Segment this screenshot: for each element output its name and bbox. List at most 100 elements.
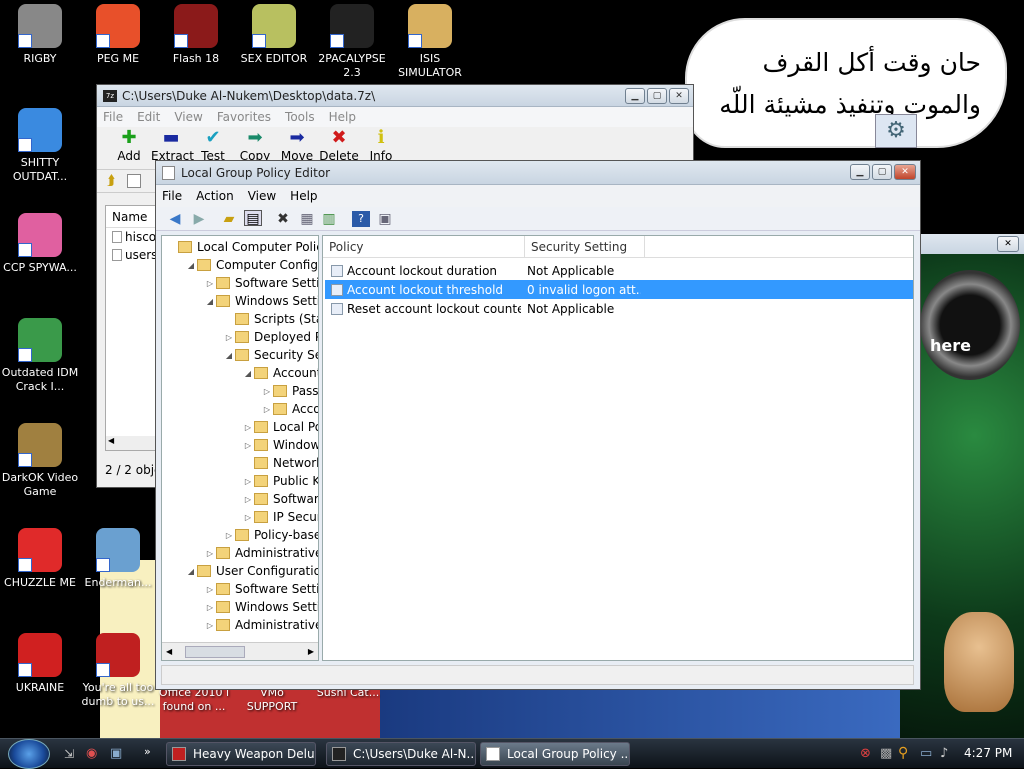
expand-arrow-icon[interactable]: ▷ (204, 621, 216, 630)
gpedit-titlebar[interactable]: Local Group Policy Editor ▁ ▢ ✕ (156, 161, 920, 185)
menu-view[interactable]: View (248, 189, 276, 203)
up-folder-icon[interactable]: ▰ (220, 211, 238, 227)
desktop-icon-enderman[interactable]: Enderman... (78, 528, 158, 590)
show-hide-tree-icon[interactable]: ▤ (244, 210, 262, 227)
expand-arrow-icon[interactable]: ▷ (204, 549, 216, 558)
menu-help[interactable]: Help (290, 189, 317, 203)
desktop-icon-darkok-video-game[interactable]: DarkOK Video Game (0, 423, 80, 499)
expand-arrow-icon[interactable]: ▷ (204, 279, 216, 288)
browser-icon[interactable]: ◉ (86, 746, 97, 761)
tree-node[interactable]: ▷ Local Poli (162, 418, 318, 436)
toolbar-extract-button[interactable]: ▬ Extract (151, 127, 194, 163)
up-folder-icon[interactable]: ⮭ (107, 173, 115, 189)
expand-arrow-icon[interactable]: ▷ (242, 495, 254, 504)
tree-node[interactable]: ▷ Passw (162, 382, 318, 400)
tree-node[interactable]: Local Computer Policy (162, 238, 318, 256)
desktop-icon-isis-simulator[interactable]: ISIS SIMULATOR (390, 4, 470, 80)
desktop-icon-rigby[interactable]: RIGBY (0, 4, 80, 66)
column-header-security-setting[interactable]: Security Setting (525, 236, 645, 257)
toolbar-test-button[interactable]: ✔ Test (193, 127, 233, 163)
desktop-icon-flash-18[interactable]: Flash 18 (156, 4, 236, 66)
tree-node[interactable]: ▷ Software Settings (162, 274, 318, 292)
computer-icon[interactable]: ▣ (110, 746, 122, 761)
tree-node[interactable]: ◢ Account P (162, 364, 318, 382)
tree-node[interactable]: ◢ User Configuration (162, 562, 318, 580)
menu-tools[interactable]: Tools (285, 110, 315, 124)
forward-arrow-icon[interactable]: ▶ (190, 211, 208, 227)
expand-arrow-icon[interactable]: ◢ (185, 261, 197, 270)
tree-node[interactable]: ▷ IP Security (162, 508, 318, 526)
policy-row[interactable]: Account lockout duration Not Applicable (325, 261, 913, 280)
tray-shield-icon[interactable]: ⊗ (860, 746, 871, 761)
expand-arrow-icon[interactable]: ▷ (204, 585, 216, 594)
column-header-name[interactable]: Name (106, 206, 160, 228)
task-7zip[interactable]: C:\Users\Duke Al-N... (326, 742, 476, 766)
back-arrow-icon[interactable]: ◀ (166, 211, 184, 227)
expand-arrow-icon[interactable]: ▷ (261, 387, 273, 396)
tree-node[interactable]: ▷ Accou (162, 400, 318, 418)
minimize-button[interactable]: ▁ (625, 88, 645, 104)
tree-node[interactable]: ◢ Windows Setting (162, 292, 318, 310)
tree-hscroll[interactable]: ◀ ▶ (162, 642, 318, 660)
maximize-button[interactable]: ▢ (647, 88, 667, 104)
desktop-icon-dev-cpp[interactable]: You're all too dumb to us... (78, 633, 158, 709)
expand-arrow-icon[interactable]: ◢ (242, 369, 254, 378)
zip-titlebar[interactable]: 7z C:\Users\Duke Al-Nukem\Desktop\data.7… (97, 85, 693, 107)
minimize-button[interactable]: ▁ (850, 164, 870, 180)
tree-node[interactable]: ▷ Administrative Te (162, 616, 318, 634)
start-button[interactable] (8, 739, 50, 769)
tree-node[interactable]: ▷ Windows (162, 436, 318, 454)
menu-view[interactable]: View (174, 110, 202, 124)
menu-favorites[interactable]: Favorites (217, 110, 271, 124)
desktop-icon-2pacalypse[interactable]: 2PACALYPSE 2.3 (312, 4, 392, 80)
file-row[interactable]: hisco (106, 228, 160, 246)
tray-network-icon[interactable]: ▩ (880, 746, 892, 761)
expand-arrow-icon[interactable]: ◢ (185, 567, 197, 576)
console-icon[interactable]: ▣ (376, 211, 394, 227)
tree-node[interactable]: ▷ Windows Setting (162, 598, 318, 616)
tree-node[interactable]: ▷ Administrative Te (162, 544, 318, 562)
task-gpedit[interactable]: Local Group Policy ... (480, 742, 630, 766)
close-button[interactable]: ✕ (894, 164, 916, 180)
expand-arrow-icon[interactable]: ▷ (223, 333, 235, 342)
toolbar-move-button[interactable]: ➡ Move (277, 127, 317, 163)
toolbar-delete-button[interactable]: ✖ Delete (319, 127, 359, 163)
toolbar-copy-button[interactable]: ➡ Copy (235, 127, 275, 163)
desktop-icon-sex-editor[interactable]: SEX EDITOR (234, 4, 314, 66)
close-button[interactable]: ✕ (669, 88, 689, 104)
desktop-icon-ccp-spyware[interactable]: CCP SPYWA... (0, 213, 80, 275)
task-heavy-weapon[interactable]: Heavy Weapon Delu... (166, 742, 316, 766)
expand-arrow-icon[interactable]: ▷ (242, 513, 254, 522)
expand-arrow-icon[interactable]: ▷ (223, 531, 235, 540)
desktop-icon-shitty-outdated[interactable]: SHITTY OUTDAT... (0, 108, 80, 184)
toolbar-info-button[interactable]: ℹ Info (361, 127, 401, 163)
expand-arrow-icon[interactable]: ▷ (204, 603, 216, 612)
column-header-policy[interactable]: Policy (323, 236, 525, 257)
tree-node[interactable]: Scripts (Startu (162, 310, 318, 328)
tree-node[interactable]: ▷ Deployed Prir (162, 328, 318, 346)
tree-node[interactable]: ◢ Computer Configura (162, 256, 318, 274)
tray-search-icon[interactable]: ⚲ (898, 745, 908, 761)
delete-icon[interactable]: ✖ (274, 211, 292, 227)
menu-help[interactable]: Help (329, 110, 356, 124)
toolbar-add-button[interactable]: ✚ Add (109, 127, 149, 163)
desktop-icon-outdated-idm[interactable]: Outdated IDM Crack I... (0, 318, 80, 394)
properties-icon[interactable]: ▦ (298, 211, 316, 227)
desktop-icon-peg-me[interactable]: PEG ME (78, 4, 158, 66)
desktop-label-office[interactable]: Office 2010 i found on ... (158, 686, 230, 714)
maximize-button[interactable]: ▢ (872, 164, 892, 180)
desktop-icon-ukraine[interactable]: UKRAINE (0, 633, 80, 695)
quick-launch-chevron-icon[interactable]: » (144, 745, 151, 758)
zip-hscroll[interactable]: ◀ (106, 436, 160, 450)
tray-display-icon[interactable]: ▭ (920, 746, 932, 761)
clock[interactable]: 4:27 PM (964, 746, 1012, 760)
tree-node[interactable]: ▷ Software F (162, 490, 318, 508)
show-desktop-icon[interactable]: ⇲ (64, 747, 74, 761)
game-window-close-button[interactable]: ✕ (997, 236, 1019, 252)
menu-edit[interactable]: Edit (137, 110, 160, 124)
policy-row[interactable]: Reset account lockout counter ... Not App… (325, 299, 913, 318)
expand-arrow-icon[interactable]: ◢ (204, 297, 216, 306)
help-icon[interactable]: ? (352, 211, 370, 227)
tree-node[interactable]: ▷ Public Key (162, 472, 318, 490)
expand-arrow-icon[interactable]: ▷ (261, 405, 273, 414)
